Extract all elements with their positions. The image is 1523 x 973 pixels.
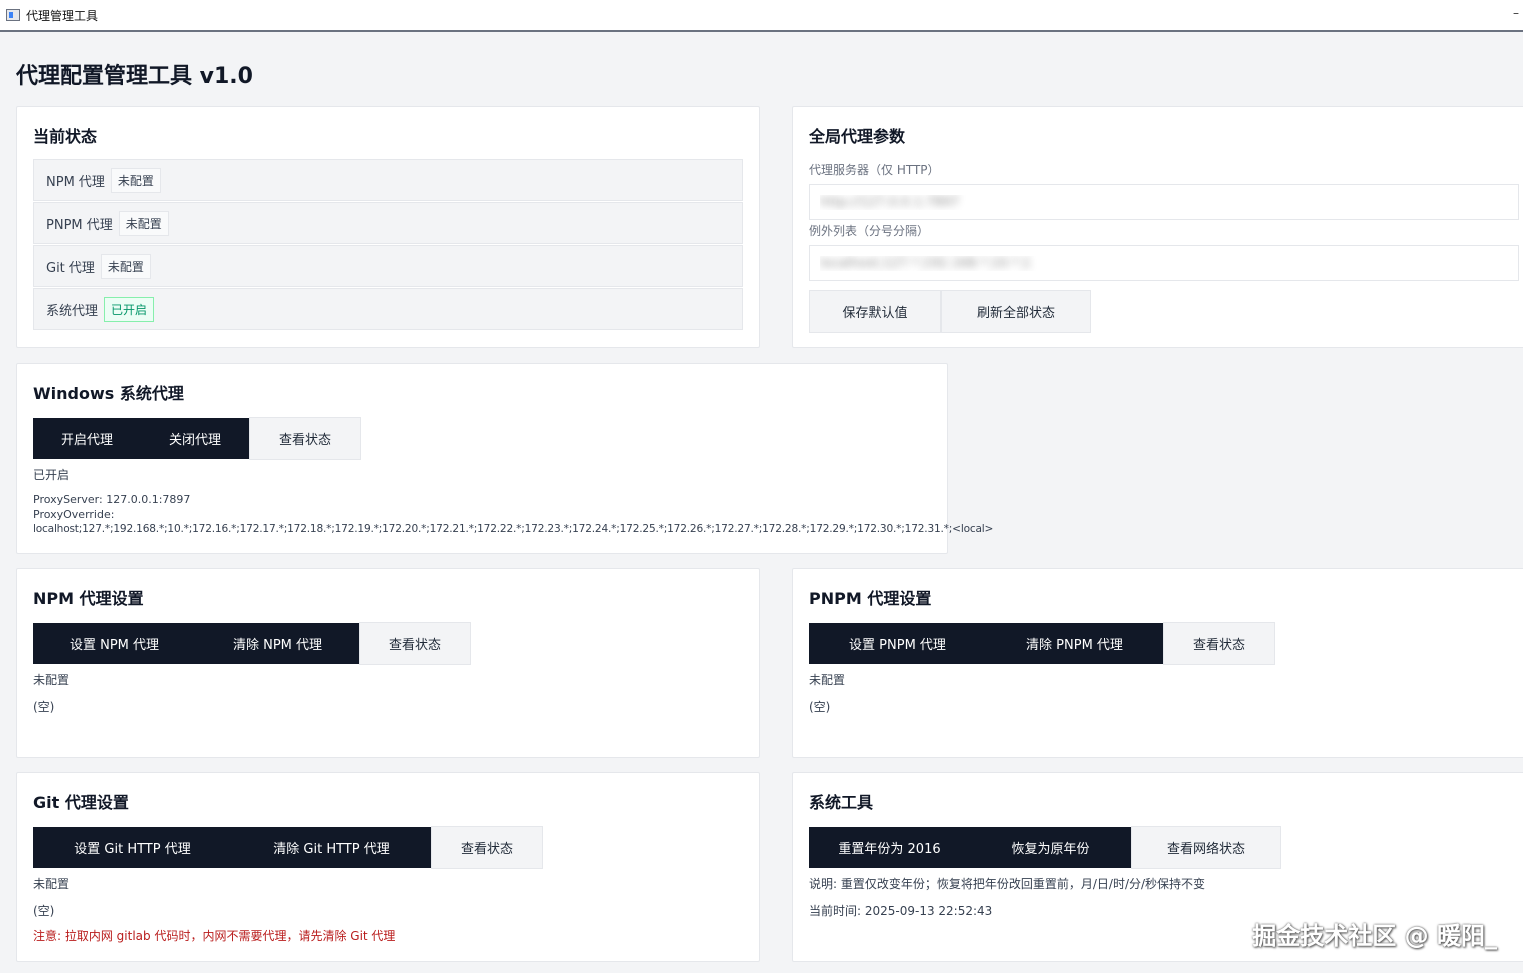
save-defaults-button[interactable]: 保存默认值 [809, 290, 941, 333]
window-titlebar: 代理管理工具 – [0, 0, 1523, 32]
page-title: 代理配置管理工具 v1.0 [16, 64, 253, 89]
npm-panel: NPM 代理设置 设置 NPM 代理 清除 NPM 代理 查看状态 未配置 (空… [16, 568, 760, 758]
status-row-npm: NPM 代理 未配置 [33, 159, 743, 201]
git-actions: 设置 Git HTTP 代理 清除 Git HTTP 代理 查看状态 [33, 826, 543, 869]
status-row-pnpm: PNPM 代理 未配置 [33, 202, 743, 244]
proxy-server-input[interactable] [809, 184, 1519, 220]
npm-title: NPM 代理设置 [33, 589, 144, 608]
pnpm-title: PNPM 代理设置 [809, 589, 932, 608]
npm-view-status-button[interactable]: 查看状态 [359, 622, 471, 665]
global-actions: 保存默认值 刷新全部状态 [809, 290, 1091, 333]
git-detail: (空) [33, 904, 55, 918]
system-tools-title: 系统工具 [809, 793, 874, 812]
app-icon [6, 9, 20, 21]
status-title: 当前状态 [33, 127, 98, 146]
set-pnpm-proxy-button[interactable]: 设置 PNPM 代理 [809, 623, 986, 664]
clear-git-proxy-button[interactable]: 清除 Git HTTP 代理 [232, 827, 431, 868]
status-row-system: 系统代理 已开启 [33, 288, 743, 330]
proxy-server-output: ProxyServer: 127.0.0.1:7897 [33, 493, 191, 506]
watermark: 掘金技术社区 @ 暖阳_ [1252, 922, 1497, 950]
windows-proxy-title: Windows 系统代理 [33, 384, 184, 403]
status-badge: 未配置 [100, 253, 151, 279]
status-label: NPM 代理 [46, 174, 105, 190]
exception-list-input[interactable] [809, 245, 1519, 281]
pnpm-panel: PNPM 代理设置 设置 PNPM 代理 清除 PNPM 代理 查看状态 未配置… [792, 568, 1523, 758]
windows-proxy-actions: 开启代理 关闭代理 查看状态 [33, 417, 361, 460]
restore-year-button[interactable]: 恢复为原年份 [970, 827, 1131, 868]
pnpm-actions: 设置 PNPM 代理 清除 PNPM 代理 查看状态 [809, 622, 1275, 665]
set-npm-proxy-button[interactable]: 设置 NPM 代理 [33, 623, 196, 664]
set-git-proxy-button[interactable]: 设置 Git HTTP 代理 [33, 827, 232, 868]
git-warning-note: 注意: 拉取内网 gitlab 代码时，内网不需要代理，请先清除 Git 代理 [33, 929, 396, 943]
clear-pnpm-proxy-button[interactable]: 清除 PNPM 代理 [986, 623, 1163, 664]
window-title: 代理管理工具 [26, 8, 99, 23]
enable-proxy-button[interactable]: 开启代理 [33, 418, 141, 459]
npm-state: 未配置 [33, 673, 70, 687]
minimize-button[interactable]: – [1513, 6, 1519, 20]
global-params-panel: 全局代理参数 代理服务器（仅 HTTP） 例外列表（分号分隔） 保存默认值 刷新… [792, 106, 1523, 348]
npm-actions: 设置 NPM 代理 清除 NPM 代理 查看状态 [33, 622, 471, 665]
git-view-status-button[interactable]: 查看状态 [431, 826, 543, 869]
status-label: 系统代理 [46, 303, 99, 319]
disable-proxy-button[interactable]: 关闭代理 [141, 418, 249, 459]
pnpm-view-status-button[interactable]: 查看状态 [1163, 622, 1275, 665]
global-params-title: 全局代理参数 [809, 127, 906, 146]
git-state: 未配置 [33, 877, 70, 891]
git-panel: Git 代理设置 设置 Git HTTP 代理 清除 Git HTTP 代理 查… [16, 772, 760, 962]
proxy-server-label: 代理服务器（仅 HTTP） [809, 163, 940, 177]
windows-proxy-state: 已开启 [33, 468, 70, 482]
current-time: 当前时间: 2025-09-13 22:52:43 [809, 904, 993, 918]
system-tools-actions: 重置年份为 2016 恢复为原年份 查看网络状态 [809, 826, 1281, 869]
reset-year-button[interactable]: 重置年份为 2016 [809, 827, 970, 868]
status-row-git: Git 代理 未配置 [33, 245, 743, 287]
npm-detail: (空) [33, 700, 55, 714]
pnpm-detail: (空) [809, 700, 831, 714]
proxy-override-label: ProxyOverride: [33, 508, 115, 521]
view-status-button[interactable]: 查看状态 [249, 417, 361, 460]
exception-list-label: 例外列表（分号分隔） [809, 224, 930, 238]
status-list: NPM 代理 未配置 PNPM 代理 未配置 Git 代理 未配置 系统代理 已… [33, 159, 743, 331]
status-panel: 当前状态 NPM 代理 未配置 PNPM 代理 未配置 Git 代理 未配置 系… [16, 106, 760, 348]
windows-proxy-panel: Windows 系统代理 开启代理 关闭代理 查看状态 已开启 ProxySer… [16, 363, 993, 554]
status-badge: 未配置 [118, 210, 169, 236]
tools-description: 说明: 重置仅改变年份；恢复将把年份改回重置前，月/日/时/分/秒保持不变 [809, 877, 1206, 891]
git-title: Git 代理设置 [33, 793, 129, 812]
view-network-status-button[interactable]: 查看网络状态 [1131, 826, 1281, 869]
status-badge: 未配置 [110, 167, 161, 193]
clear-npm-proxy-button[interactable]: 清除 NPM 代理 [196, 623, 359, 664]
refresh-all-button[interactable]: 刷新全部状态 [941, 290, 1091, 333]
pnpm-state: 未配置 [809, 673, 846, 687]
status-label: Git 代理 [46, 260, 95, 276]
proxy-override-output: localhost;127.*;192.168.*;10.*;172.16.*;… [33, 523, 994, 535]
status-label: PNPM 代理 [46, 217, 113, 233]
status-badge: 已开启 [104, 296, 155, 322]
